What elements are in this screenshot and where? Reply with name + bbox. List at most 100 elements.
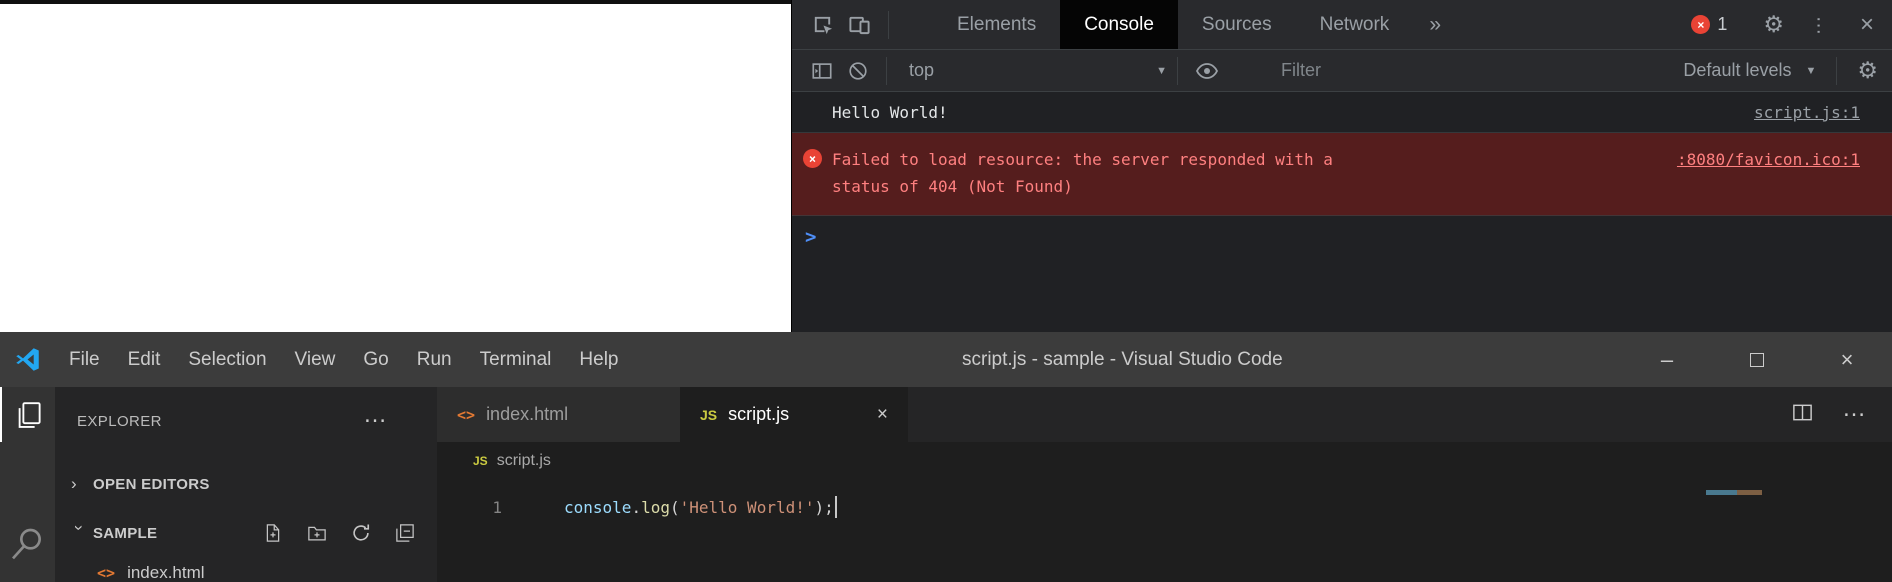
tab-console[interactable]: Console <box>1060 0 1178 49</box>
collapse-all-icon[interactable] <box>395 523 415 543</box>
browser-viewport <box>0 0 791 332</box>
devtools-settings-icon[interactable]: ⚙ <box>1763 11 1784 38</box>
error-circle-icon: × <box>803 149 822 168</box>
menu-run[interactable]: Run <box>403 349 466 371</box>
refresh-icon[interactable] <box>351 523 371 543</box>
menu-selection[interactable]: Selection <box>174 349 280 371</box>
line-number: 1 <box>437 498 532 517</box>
chevron-down-icon: ▼ <box>1156 65 1167 77</box>
code-text: console.log('Hello World!'); <box>564 496 837 518</box>
minimap-code-line <box>1706 490 1762 495</box>
explorer-actions <box>263 523 437 543</box>
devtools-panel: Elements Console Sources Network » × 1 ⚙… <box>791 0 1892 332</box>
explorer-activity-icon[interactable] <box>0 387 55 442</box>
editor-tabbar: <> index.html JS script.js × <box>437 387 1892 442</box>
window-title: script.js - sample - Visual Studio Code <box>962 332 1283 387</box>
tab-network[interactable]: Network <box>1296 0 1414 49</box>
code-token: . <box>631 498 641 517</box>
editor-group: <> index.html JS script.js × <box>437 387 1892 582</box>
console-sidebar-icon[interactable] <box>811 60 833 82</box>
vscode-main: EXPLORER … › OPEN EDITORS › SAMPLE <box>0 387 1892 582</box>
error-x-icon: × <box>1697 19 1704 31</box>
clear-console-icon[interactable] <box>847 60 869 82</box>
code-token: 'Hello World!' <box>680 498 815 517</box>
folder-label: SAMPLE <box>93 525 157 542</box>
console-settings-icon[interactable]: ⚙ <box>1857 57 1878 84</box>
divider <box>1836 57 1837 85</box>
editor-tab-script-js[interactable]: JS script.js × <box>680 387 908 442</box>
sidebar-header: EXPLORER … <box>55 403 437 439</box>
javascript-context-dropdown[interactable]: top ▼ <box>909 60 1167 81</box>
log-levels-dropdown[interactable]: Default levels ▼ <box>1683 60 1816 81</box>
tab-elements[interactable]: Elements <box>933 0 1060 49</box>
screenshot-root: Elements Console Sources Network » × 1 ⚙… <box>0 0 1892 582</box>
console-error-row: × Failed to load resource: the server re… <box>792 133 1892 216</box>
menu-go[interactable]: Go <box>349 349 402 371</box>
close-window-button[interactable]: × <box>1802 332 1892 387</box>
divider <box>886 57 887 85</box>
menu-file[interactable]: File <box>55 349 114 371</box>
maximize-icon <box>1750 353 1764 367</box>
open-editors-label: OPEN EDITORS <box>93 476 210 493</box>
activity-bar <box>0 387 55 582</box>
log-message-text: Hello World! <box>832 103 948 122</box>
breadcrumb[interactable]: JS script.js <box>437 442 1892 480</box>
tab-sources[interactable]: Sources <box>1178 0 1296 49</box>
devtools-tabbar: Elements Console Sources Network » × 1 ⚙… <box>792 0 1892 50</box>
html-file-icon: <> <box>97 564 115 582</box>
device-toolbar-icon[interactable] <box>848 13 871 36</box>
console-filter-input[interactable] <box>1281 60 1481 81</box>
chevron-down-icon: › <box>69 525 89 541</box>
tab-label: script.js <box>728 404 789 425</box>
menu-view[interactable]: View <box>281 349 350 371</box>
devtools-menu-icon[interactable]: … <box>1811 16 1834 34</box>
editor-actions: … <box>1791 401 1892 429</box>
inspect-element-icon[interactable] <box>811 13 834 36</box>
search-activity-icon[interactable] <box>0 517 55 572</box>
error-source-link[interactable]: :8080/favicon.ico:1 <box>1677 146 1860 173</box>
editor-tab-index-html[interactable]: <> index.html <box>437 387 680 442</box>
split-editor-icon[interactable] <box>1791 401 1814 429</box>
console-prompt[interactable]: > <box>792 216 1892 248</box>
new-folder-icon[interactable] <box>307 523 327 543</box>
devtools-tabs: Elements Console Sources Network » <box>933 0 1441 49</box>
context-label: top <box>909 60 934 81</box>
minimize-button[interactable]: – <box>1622 332 1712 387</box>
live-expression-eye-icon[interactable] <box>1195 61 1219 81</box>
maximize-button[interactable] <box>1712 332 1802 387</box>
divider <box>1177 57 1178 85</box>
error-message-text: Failed to load resource: the server resp… <box>832 146 1677 200</box>
browser-window-edge <box>0 0 791 4</box>
more-tabs-icon[interactable]: » <box>1429 13 1441 37</box>
new-file-icon[interactable] <box>263 523 283 543</box>
tab-close-icon[interactable]: × <box>877 404 888 426</box>
code-token: console <box>564 498 631 517</box>
error-line-2: status of 404 (Not Found) <box>832 173 1677 200</box>
error-count-badge[interactable]: × <box>1691 15 1710 34</box>
file-item-label: index.html <box>127 563 204 582</box>
text-cursor <box>835 496 837 518</box>
devtools-close-icon[interactable]: × <box>1860 11 1874 39</box>
code-token: ); <box>814 498 833 517</box>
console-messages: Hello World! script.js:1 × Failed to loa… <box>792 92 1892 248</box>
open-editors-section[interactable]: › OPEN EDITORS <box>55 465 437 503</box>
menu-terminal[interactable]: Terminal <box>466 349 566 371</box>
window-controls: – × <box>1622 332 1892 387</box>
menu-help[interactable]: Help <box>565 349 632 371</box>
log-source-link[interactable]: script.js:1 <box>1754 103 1860 122</box>
code-editor[interactable]: 1 console.log('Hello World!'); <box>437 480 1892 582</box>
sidebar-more-actions-icon[interactable]: … <box>363 401 387 429</box>
code-token: ( <box>670 498 680 517</box>
folder-section-sample[interactable]: › SAMPLE <box>55 513 437 553</box>
editor-more-actions-icon[interactable]: … <box>1842 395 1866 423</box>
file-item-index-html[interactable]: <> index.html <box>55 553 437 582</box>
chevron-down-icon: ▼ <box>1805 65 1816 77</box>
code-line-1[interactable]: 1 console.log('Hello World!'); <box>437 492 1892 522</box>
js-file-icon: JS <box>473 454 488 468</box>
explorer-sidebar: EXPLORER … › OPEN EDITORS › SAMPLE <box>55 387 437 582</box>
code-token: log <box>641 498 670 517</box>
console-log-row: Hello World! script.js:1 <box>792 92 1892 133</box>
console-toolbar: top ▼ Default levels ▼ ⚙ <box>792 50 1892 92</box>
vscode-logo-icon <box>14 346 41 373</box>
menu-edit[interactable]: Edit <box>114 349 175 371</box>
